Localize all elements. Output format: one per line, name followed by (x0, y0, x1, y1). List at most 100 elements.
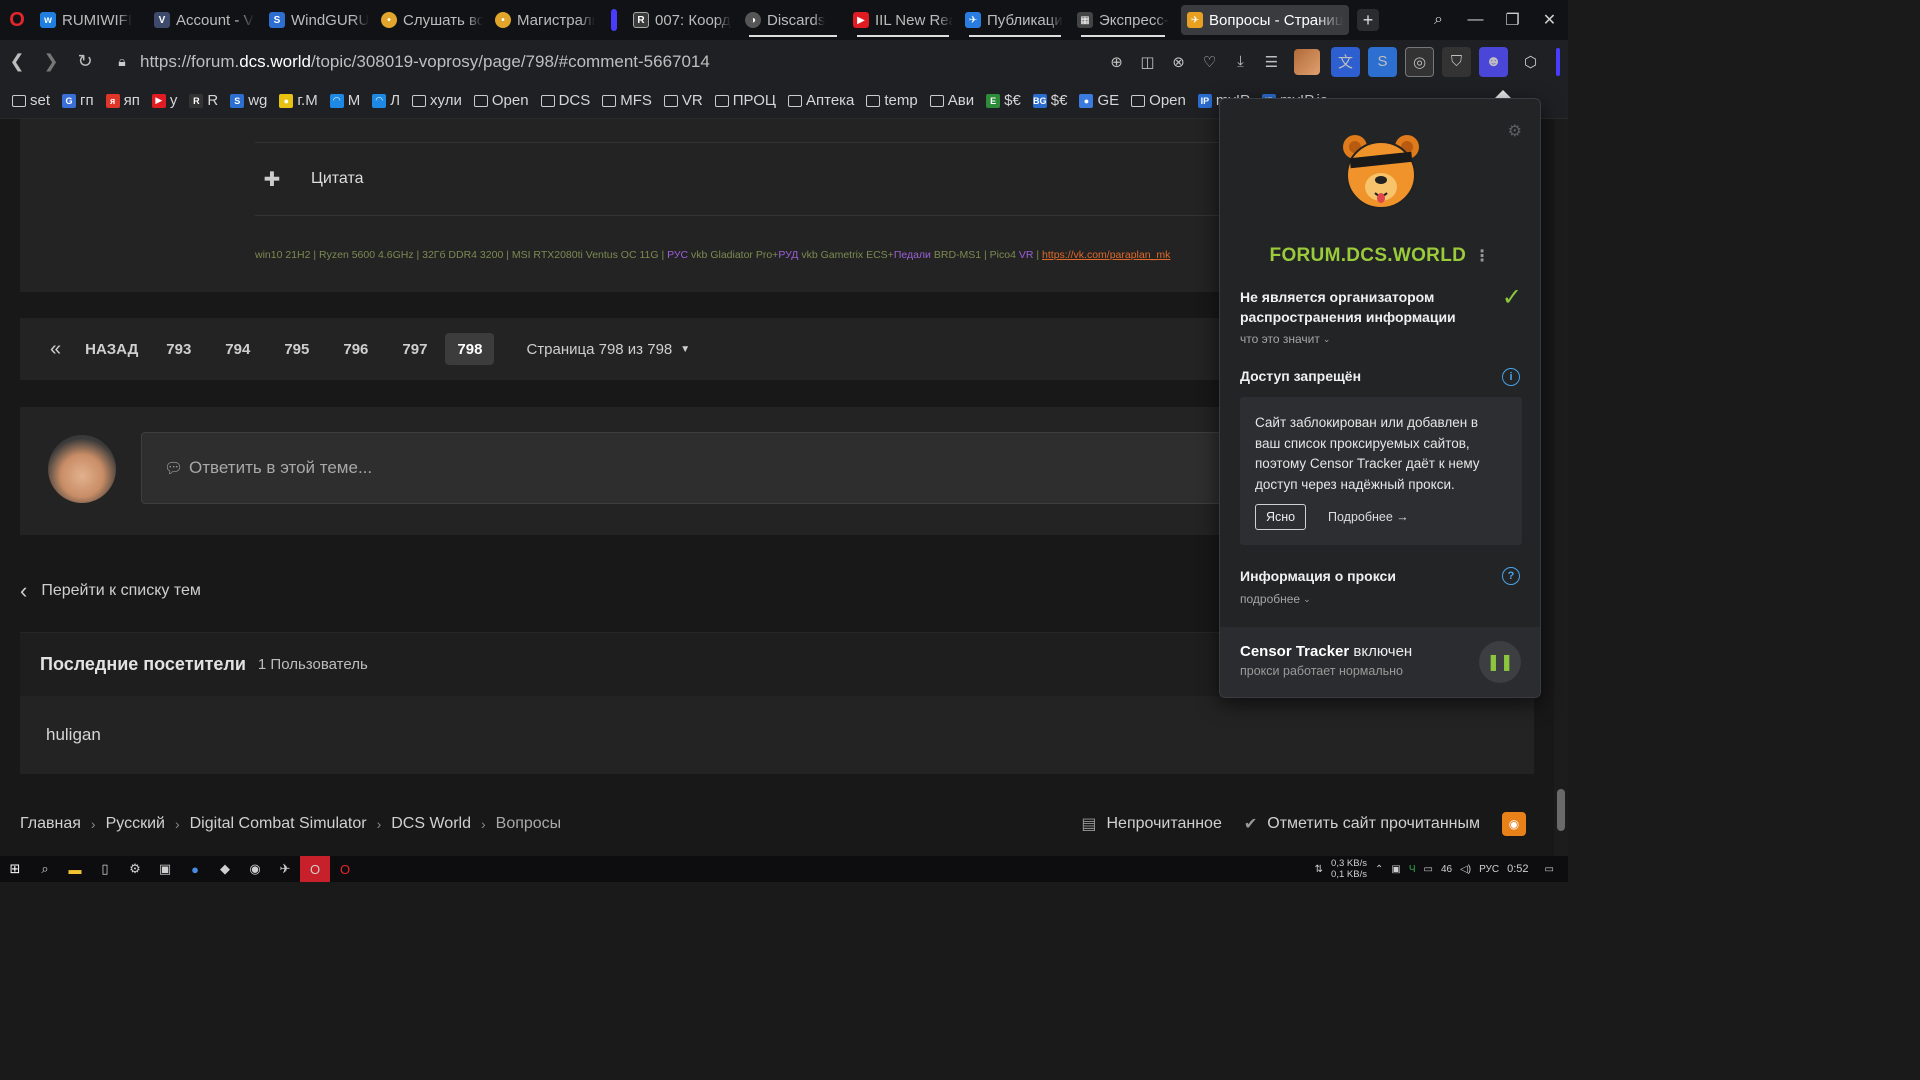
breadcrumb-item[interactable]: Digital Combat Simulator (190, 815, 367, 833)
tab-listen[interactable]: • Слушать вс (375, 0, 489, 40)
breadcrumb-item[interactable]: Русский (106, 815, 165, 833)
rss-icon[interactable]: ◉ (1502, 812, 1526, 836)
prev-page-button[interactable]: НАЗАД (75, 333, 148, 365)
bookmark-item[interactable]: DCS (540, 92, 590, 109)
org-more-toggle[interactable]: что это значит ⌄ (1240, 332, 1330, 346)
plane-app-icon[interactable]: ✈ (270, 856, 300, 882)
tool-app-icon[interactable]: ⚙ (120, 856, 150, 882)
zoom-icon[interactable]: ⊕ (1102, 47, 1131, 77)
search-tabs-icon[interactable]: ⌕ (1420, 0, 1457, 40)
bookmark-item[interactable]: ◠ Л (372, 92, 400, 109)
opera-gx-icon[interactable]: O (300, 856, 330, 882)
notifications-icon[interactable]: ▭ (1545, 864, 1554, 875)
page-link[interactable]: 793 (156, 333, 201, 365)
lock-icon[interactable]: 🔒︎ (112, 53, 132, 70)
unread-link[interactable]: ▤ Непрочитанное (1081, 814, 1221, 834)
tab-discards[interactable]: ◑ Discards (739, 0, 847, 40)
quote-button[interactable]: ✚ Цитата (255, 142, 1335, 216)
bookmark-item[interactable]: ● GE (1079, 92, 1119, 109)
gear-icon[interactable]: ⚙ (1508, 121, 1522, 141)
network-icon[interactable]: ▭ (1423, 864, 1432, 875)
bookmark-item[interactable]: VR (663, 92, 703, 109)
page-link[interactable]: 797 (392, 333, 437, 365)
opera-icon[interactable]: O (330, 856, 360, 882)
sig-link[interactable]: https://vk.com/paraplan_mk (1042, 249, 1170, 261)
windguru-extension-icon[interactable]: S (1368, 46, 1397, 77)
tab-windguru[interactable]: S WindGURU (263, 0, 375, 40)
tab-active-voprosy[interactable]: ✈ Вопросы - Страниц (1181, 5, 1349, 35)
forward-icon[interactable]: ❯ (34, 42, 68, 82)
extensions-cube-icon[interactable]: ⬡ (1516, 47, 1545, 77)
calendar-app-icon[interactable]: ▣ (150, 856, 180, 882)
tab-publications[interactable]: ✈ Публикаци (959, 0, 1071, 40)
easy-setup-icon[interactable]: ☰ (1257, 47, 1286, 77)
file-explorer-icon[interactable]: ▬ (60, 856, 90, 882)
bookmark-item[interactable]: ПРОЦ (714, 92, 776, 109)
scrollbar-thumb[interactable] (1557, 789, 1565, 831)
tab-youtube[interactable]: ▶ IIL New Rea (847, 0, 959, 40)
tab-rumiwifi[interactable]: w RUMIWIFI (34, 0, 142, 40)
bookmark-item[interactable]: Аптека (787, 92, 854, 109)
bookmark-item[interactable]: Open (473, 92, 529, 109)
search-icon[interactable]: ⌕ (30, 856, 60, 882)
bookmark-item[interactable]: Open (1131, 92, 1186, 109)
bookmark-item[interactable]: ▶ y (151, 92, 177, 109)
download-icon[interactable]: ⤓ (1226, 47, 1255, 77)
bookmark-item[interactable]: RR (189, 92, 218, 109)
tab-speed-dial[interactable]: ▦ Экспресс-п (1071, 0, 1175, 40)
bookmark-item[interactable]: temp (866, 92, 918, 109)
globe-app-icon[interactable]: ● (180, 856, 210, 882)
heart-icon[interactable]: ♡ (1195, 47, 1224, 77)
opera-menu-icon[interactable]: O (0, 0, 34, 40)
page-link[interactable]: 794 (215, 333, 260, 365)
user-avatar[interactable] (48, 435, 116, 503)
current-page[interactable]: 798 (445, 333, 495, 365)
info-icon[interactable]: i (1502, 368, 1520, 386)
bookmark-item[interactable]: set (12, 92, 50, 109)
breadcrumb-item[interactable]: Главная (20, 815, 81, 833)
bookmark-item[interactable]: ◠ М (329, 92, 360, 109)
reload-icon[interactable]: ↻ (68, 42, 102, 82)
bookmark-item[interactable]: Gгп (62, 92, 94, 109)
camera-icon[interactable]: ◫ (1133, 47, 1162, 77)
scrollbar[interactable] (1554, 119, 1568, 856)
gamepad-icon[interactable]: ◉ (240, 856, 270, 882)
windows-start-icon[interactable]: ⊞ (0, 856, 30, 882)
new-tab-button[interactable]: + (1357, 9, 1379, 31)
more-details-button[interactable]: Подробнее → (1328, 504, 1409, 530)
tab-account[interactable]: V Account - V (148, 0, 263, 40)
back-to-topics-link[interactable]: ‹ Перейти к списку тем (20, 578, 201, 604)
tab-magistral[interactable]: • Магистраль (489, 0, 601, 40)
help-icon[interactable]: ? (1502, 567, 1520, 585)
restore-icon[interactable]: ❐ (1494, 0, 1531, 40)
bookmark-item[interactable]: MFS (602, 92, 652, 109)
bookmark-item[interactable]: Ави (929, 92, 974, 109)
breadcrumb-item[interactable]: DCS World (391, 815, 471, 833)
back-icon[interactable]: ❮ (0, 42, 34, 82)
proxy-more-toggle[interactable]: подробнее ⌄ (1240, 592, 1311, 606)
volume-icon[interactable]: ◁) (1460, 864, 1471, 875)
bookmark-item[interactable]: я яп (105, 92, 140, 109)
censor-tracker-extension-icon[interactable]: ☻ (1479, 46, 1508, 77)
shield-extension-icon[interactable]: ⛉ (1442, 46, 1471, 77)
breadcrumb-item-current[interactable]: Вопросы (496, 815, 562, 833)
notepad-icon[interactable]: ▯ (90, 856, 120, 882)
adblock-icon[interactable]: ⊗ (1164, 47, 1193, 77)
bookmark-item[interactable]: E $€ (986, 92, 1021, 109)
app-icon[interactable]: ◆ (210, 856, 240, 882)
visitor-link[interactable]: huligan (46, 725, 101, 745)
tray-app-icon[interactable]: Ч (1409, 864, 1416, 875)
input-language[interactable]: РУС (1479, 864, 1499, 875)
bookmark-item[interactable]: Swg (230, 92, 267, 109)
clock[interactable]: 0:52 (1507, 863, 1528, 875)
ok-button[interactable]: Ясно (1255, 504, 1307, 530)
close-icon[interactable]: ✕ (1531, 0, 1568, 40)
tray-app-icon[interactable]: ▣ (1391, 864, 1400, 875)
bookmark-item[interactable]: BG $€ (1032, 92, 1067, 109)
profile-avatar[interactable] (1294, 48, 1320, 75)
translate-extension-icon[interactable]: 文 (1331, 46, 1360, 77)
reply-input[interactable]: 💬︎ Ответить в этой теме... (141, 432, 1341, 504)
mark-read-link[interactable]: ✔ Отметить сайт прочитанным (1244, 814, 1480, 834)
minimize-icon[interactable]: — (1457, 0, 1494, 40)
chevron-up-icon[interactable]: ⌃ (1375, 864, 1383, 875)
